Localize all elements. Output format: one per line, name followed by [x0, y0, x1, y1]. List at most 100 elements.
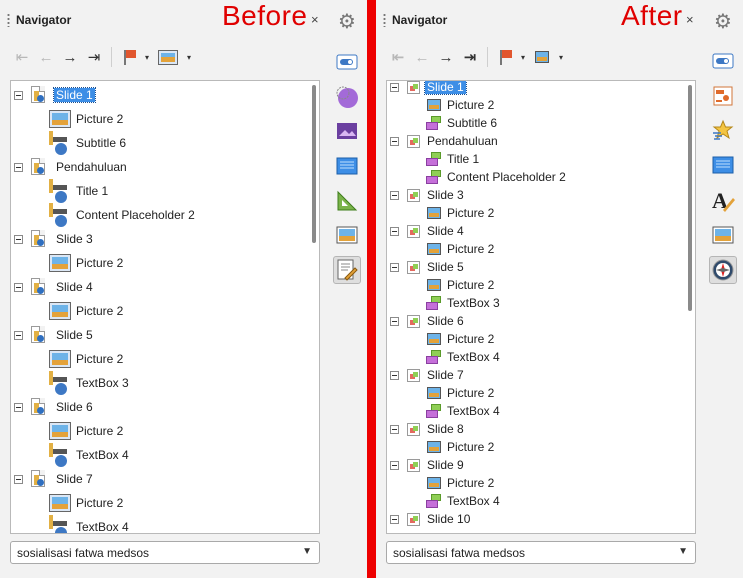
tree-row-slide[interactable]: Pendahuluan: [387, 132, 685, 150]
close-button[interactable]: ×: [311, 12, 319, 27]
next-slide-button[interactable]: →: [434, 45, 458, 69]
collapse-toggle-icon[interactable]: [390, 191, 399, 200]
previous-slide-button[interactable]: ←: [410, 45, 434, 69]
styles-icon[interactable]: A: [709, 186, 737, 214]
tree-row-object[interactable]: TextBox 4: [387, 492, 685, 510]
tree-row-object[interactable]: Picture 2: [11, 107, 309, 131]
tree-row-object[interactable]: Picture 2: [387, 204, 685, 222]
collapse-toggle-icon[interactable]: [390, 227, 399, 236]
navigator-icon[interactable]: [709, 256, 737, 284]
gallery-icon[interactable]: [709, 221, 737, 249]
drag-mode-dropdown-arrow[interactable]: ▾: [555, 45, 567, 69]
tree-row-object[interactable]: Picture 2: [387, 384, 685, 402]
collapse-toggle-icon[interactable]: [390, 263, 399, 272]
tree-row-object[interactable]: TextBox 4: [387, 348, 685, 366]
tree-row-slide[interactable]: Slide 9: [387, 456, 685, 474]
tree-row-slide[interactable]: Slide 1: [11, 83, 309, 107]
collapse-toggle-icon[interactable]: [14, 331, 23, 340]
previous-slide-button[interactable]: ←: [34, 45, 58, 69]
tree-row-slide[interactable]: Slide 4: [387, 222, 685, 240]
gear-icon[interactable]: ⚙: [709, 7, 737, 35]
tree-row-slide[interactable]: Slide 8: [387, 420, 685, 438]
tree-row-slide[interactable]: Slide 6: [387, 312, 685, 330]
document-select[interactable]: sosialisasi fatwa medsos ▼: [10, 541, 320, 564]
tree-scrollbar[interactable]: [312, 85, 316, 243]
master-slides-icon[interactable]: [333, 256, 361, 284]
tree-row-object[interactable]: Picture 2: [387, 96, 685, 114]
collapse-toggle-icon[interactable]: [14, 163, 23, 172]
document-select[interactable]: sosialisasi fatwa medsos ▼: [386, 541, 696, 564]
tree-row-slide[interactable]: Slide 7: [11, 467, 309, 491]
navigator-icon[interactable]: [333, 221, 361, 249]
tree-row-slide[interactable]: Pendahuluan: [11, 155, 309, 179]
master-slides-icon[interactable]: [709, 151, 737, 179]
collapse-toggle-icon[interactable]: [390, 371, 399, 380]
tree-row-object[interactable]: Title 1: [387, 150, 685, 168]
tree-row-slide[interactable]: Slide 3: [387, 186, 685, 204]
tree-row-object[interactable]: Picture 2: [387, 240, 685, 258]
tree-row-object[interactable]: Picture 2: [11, 251, 309, 275]
shapes-icon[interactable]: [333, 83, 361, 111]
last-slide-button[interactable]: ⇥: [82, 45, 106, 69]
tree-row-slide[interactable]: Slide 3: [11, 227, 309, 251]
gear-icon[interactable]: ⚙: [333, 7, 361, 35]
tree-row-object[interactable]: TextBox 3: [11, 371, 309, 395]
collapse-toggle-icon[interactable]: [14, 403, 23, 412]
animation-icon[interactable]: [333, 187, 361, 215]
first-slide-button[interactable]: ⇤: [386, 45, 410, 69]
drag-grip-icon[interactable]: [383, 13, 386, 27]
tree-row-slide[interactable]: Slide 1: [387, 81, 685, 96]
collapse-toggle-icon[interactable]: [390, 425, 399, 434]
drag-mode-icon[interactable]: [529, 45, 555, 69]
animation-icon[interactable]: [709, 116, 737, 144]
tree-row-object[interactable]: Content Placeholder 2: [11, 203, 309, 227]
collapse-toggle-icon[interactable]: [390, 137, 399, 146]
next-slide-button[interactable]: →: [58, 45, 82, 69]
collapse-toggle-icon[interactable]: [390, 317, 399, 326]
tree-row-object[interactable]: TextBox 4: [11, 515, 309, 533]
tree-row-slide[interactable]: Slide 6: [11, 395, 309, 419]
tree-row-object[interactable]: Picture 2: [11, 419, 309, 443]
tree-row-object[interactable]: Picture 2: [387, 330, 685, 348]
gallery-icon[interactable]: [333, 117, 361, 145]
flag-dropdown-arrow[interactable]: ▾: [141, 45, 153, 69]
tree-row-object[interactable]: Picture 2: [387, 438, 685, 456]
slide-transition-icon[interactable]: [709, 82, 737, 110]
properties-icon[interactable]: [709, 47, 737, 75]
tree-row-slide[interactable]: Slide 7: [387, 366, 685, 384]
tree-row-slide[interactable]: Slide 10: [387, 510, 685, 528]
collapse-toggle-icon[interactable]: [14, 235, 23, 244]
tree-row-slide[interactable]: Slide 5: [387, 258, 685, 276]
drag-mode-icon[interactable]: [153, 45, 183, 69]
tree-row-object[interactable]: Picture 2: [11, 347, 309, 371]
drag-mode-dropdown-arrow[interactable]: ▾: [183, 45, 195, 69]
tree-row-object[interactable]: TextBox 4: [11, 443, 309, 467]
tree-row-object[interactable]: Subtitle 6: [387, 114, 685, 132]
collapse-toggle-icon[interactable]: [14, 475, 23, 484]
slide-transition-icon[interactable]: [333, 152, 361, 180]
tree-row-object[interactable]: Title 1: [11, 179, 309, 203]
tree-row-object[interactable]: Picture 2: [387, 474, 685, 492]
navigator-tree[interactable]: Slide 1 Picture 2 Subtitle 6 Pendahuluan…: [10, 80, 320, 534]
tree-row-object[interactable]: Picture 2: [11, 299, 309, 323]
collapse-toggle-icon[interactable]: [390, 83, 399, 92]
tree-row-object[interactable]: TextBox 3: [387, 294, 685, 312]
collapse-toggle-icon[interactable]: [14, 283, 23, 292]
tree-row-object[interactable]: Content Placeholder 2: [387, 168, 685, 186]
collapse-toggle-icon[interactable]: [390, 461, 399, 470]
drag-grip-icon[interactable]: [7, 13, 10, 27]
tree-row-slide[interactable]: Slide 5: [11, 323, 309, 347]
collapse-toggle-icon[interactable]: [390, 515, 399, 524]
tree-row-object[interactable]: Subtitle 6: [11, 131, 309, 155]
collapse-toggle-icon[interactable]: [14, 91, 23, 100]
flag-icon[interactable]: [493, 45, 517, 69]
navigator-tree[interactable]: Slide 1 Picture 2 Subtitle 6 Pendahuluan…: [386, 80, 696, 534]
flag-icon[interactable]: [117, 45, 141, 69]
flag-dropdown-arrow[interactable]: ▾: [517, 45, 529, 69]
first-slide-button[interactable]: ⇤: [10, 45, 34, 69]
properties-icon[interactable]: [333, 48, 361, 76]
last-slide-button[interactable]: ⇥: [458, 45, 482, 69]
tree-row-object[interactable]: Picture 2: [11, 491, 309, 515]
tree-row-slide[interactable]: Slide 4: [11, 275, 309, 299]
close-button[interactable]: ×: [686, 12, 694, 27]
